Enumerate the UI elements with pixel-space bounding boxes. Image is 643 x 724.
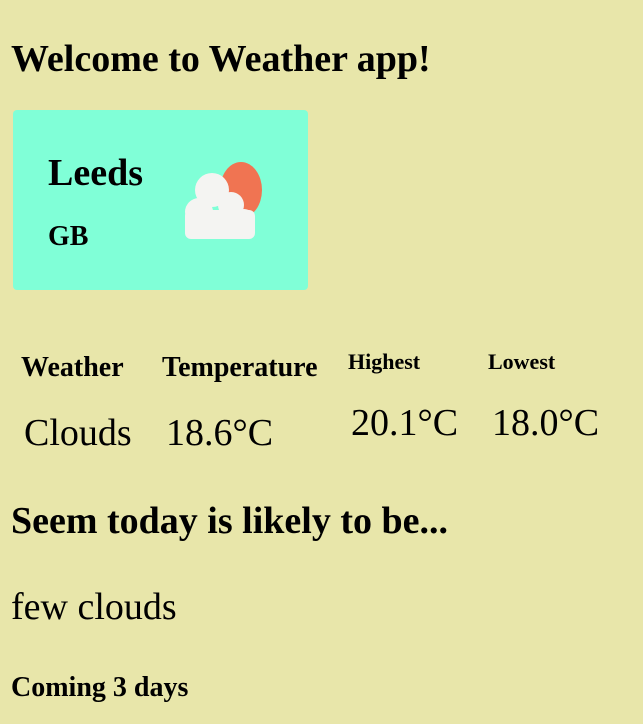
lowest-label: Lowest: [488, 349, 556, 374]
temperature-value: 18.6°C: [166, 412, 274, 454]
page-title: Welcome to Weather app!: [11, 38, 431, 80]
weather-description: few clouds: [11, 586, 177, 628]
highest-value: 20.1°C: [351, 402, 459, 444]
location-card: Leeds GB: [13, 110, 308, 290]
temperature-label: Temperature: [162, 352, 318, 383]
forecast-heading: Coming 3 days: [11, 672, 189, 703]
country-code: GB: [48, 221, 89, 252]
partly-cloudy-icon: [185, 162, 262, 239]
highest-label: Highest: [348, 349, 421, 374]
today-heading: Seem today is likely to be...: [11, 500, 448, 542]
weather-value: Clouds: [24, 412, 132, 454]
lowest-value: 18.0°C: [492, 402, 600, 444]
weather-label: Weather: [21, 352, 124, 383]
city-name: Leeds: [48, 152, 143, 194]
